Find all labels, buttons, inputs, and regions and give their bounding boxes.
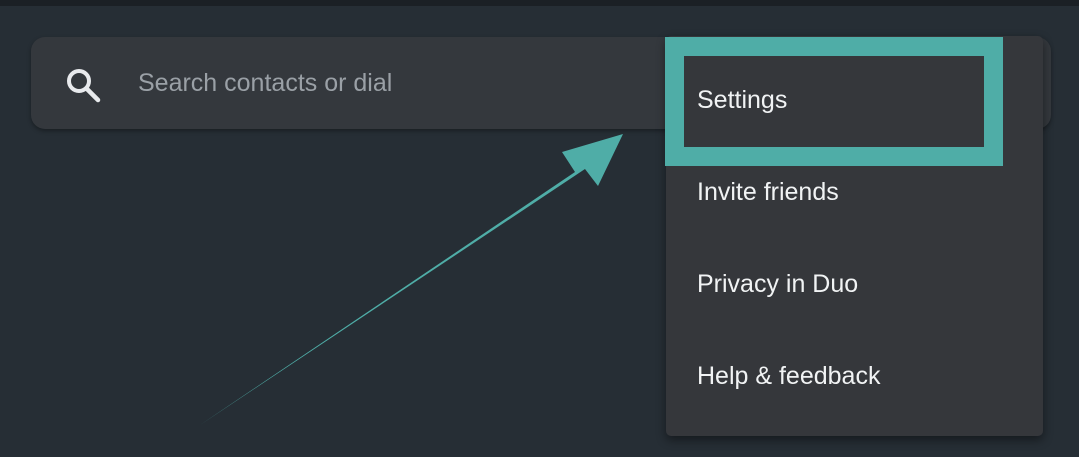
status-bar-edge xyxy=(0,0,1079,6)
search-icon[interactable] xyxy=(64,66,102,104)
search-input[interactable] xyxy=(138,60,638,106)
menu-item-settings[interactable]: Settings xyxy=(666,56,1043,144)
menu-item-invite-friends[interactable]: Invite friends xyxy=(666,148,1043,236)
menu-item-privacy[interactable]: Privacy in Duo xyxy=(666,240,1043,328)
menu-item-help-feedback[interactable]: Help & feedback xyxy=(666,332,1043,420)
